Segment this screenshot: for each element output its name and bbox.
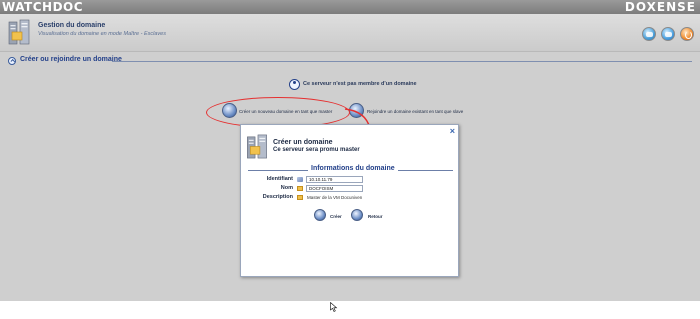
fieldset-divider-left (248, 170, 308, 171)
folder-icon (297, 195, 303, 200)
page-header: Gestion du domaine Visualisation du doma… (0, 14, 700, 52)
domain-servers-icon (247, 134, 267, 159)
collapse-section-icon[interactable] (8, 57, 16, 65)
dialog-title: Créer un domaine (273, 139, 333, 146)
info-icon (289, 79, 300, 90)
mouse-cursor-icon (330, 302, 338, 312)
page-title: Gestion du domaine (38, 22, 106, 29)
folder-icon (297, 186, 303, 191)
fieldset-divider-right (398, 170, 453, 171)
dialog-subtitle: Ce serveur sera promu master (273, 147, 360, 153)
section-divider (112, 61, 692, 62)
identifiant-label: Identifiant (266, 176, 293, 182)
join-domain-link[interactable]: Rejoindre un domaine existant en tant qu… (367, 109, 463, 114)
home-icon[interactable] (661, 27, 675, 41)
description-label: Description (262, 194, 293, 200)
doxense-logo: DOXENSE (624, 0, 696, 14)
close-icon[interactable]: × (450, 126, 455, 136)
refresh-icon[interactable] (642, 27, 656, 41)
back-button-icon[interactable] (351, 209, 363, 221)
domain-servers-icon (8, 19, 30, 45)
back-button[interactable]: Retour (368, 214, 383, 219)
domain-status-text: Ce serveur n'est pas membre d'un domaine (303, 81, 417, 87)
nom-label: Nom (280, 185, 293, 191)
identifiant-field[interactable]: 10.10.11.79 (306, 176, 363, 183)
top-bar: WATCHDOC DOXENSE (0, 0, 700, 14)
fieldset-title: Informations du domaine (311, 165, 395, 172)
create-button[interactable]: Créer (330, 214, 342, 219)
nom-field[interactable]: DOCFOISM (306, 185, 363, 192)
description-field[interactable]: Master de la VM Docuniven (307, 195, 362, 200)
page-footer (0, 301, 700, 319)
section-title[interactable]: Créer ou rejoindre un domaine (20, 56, 122, 63)
page-subtitle: Visualisation du domaine en mode Maître … (38, 31, 166, 37)
create-button-icon[interactable] (314, 209, 326, 221)
id-card-icon (297, 177, 303, 182)
join-domain-icon[interactable] (349, 103, 364, 118)
power-icon[interactable] (680, 27, 694, 41)
create-domain-dialog: × Créer un domaine Ce serveur sera promu… (240, 124, 459, 277)
watchdoc-logo: WATCHDOC (2, 0, 84, 14)
